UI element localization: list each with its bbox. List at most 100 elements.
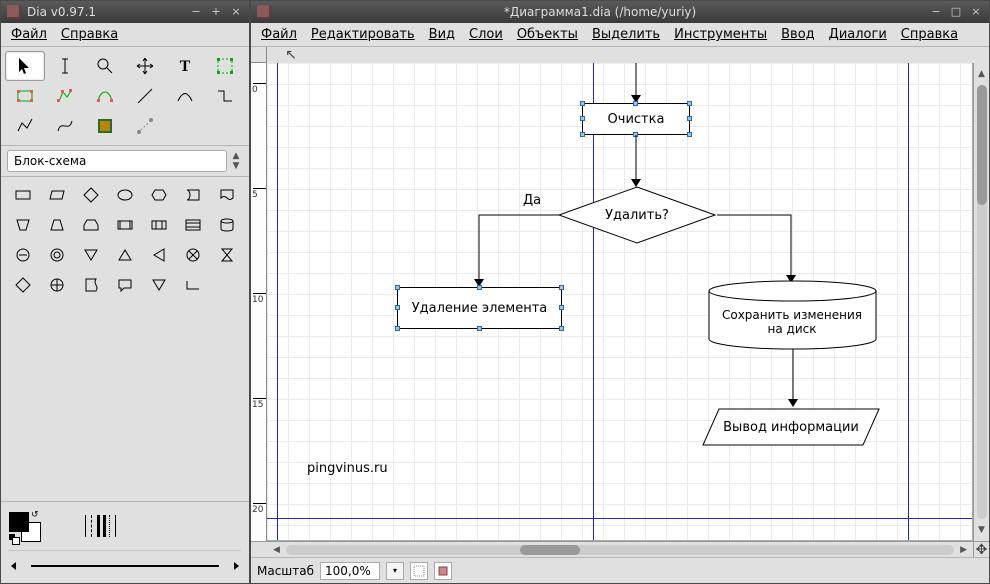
sheet-spinner[interactable]: ▲▼: [229, 151, 243, 171]
shape-notch[interactable]: [177, 181, 209, 209]
diagram-node-decision[interactable]: Удалить?: [557, 185, 717, 245]
dia-icon: [7, 5, 21, 19]
line-style-selector[interactable]: [85, 513, 119, 539]
shape-hexagon[interactable]: [143, 181, 175, 209]
tool-move[interactable]: [125, 51, 165, 81]
shape-hex2[interactable]: [7, 271, 39, 299]
menu-layers[interactable]: Слои: [463, 25, 509, 44]
menu-view[interactable]: Вид: [423, 25, 461, 44]
shape-triangle-left[interactable]: [143, 241, 175, 269]
shape-triangle-down[interactable]: [75, 241, 107, 269]
diagram-node-save[interactable]: Сохранить измененияна диск: [705, 279, 880, 351]
snap-toggle-button[interactable]: [410, 562, 428, 580]
diagram-canvas[interactable]: Очистка Удалить? Да: [267, 63, 973, 541]
tool-grid: T: [1, 47, 249, 146]
close-icon[interactable]: ×: [969, 5, 983, 19]
fg-color-swatch[interactable]: [9, 512, 29, 532]
shape-double-rect[interactable]: [109, 211, 141, 239]
shape-pentagon[interactable]: [75, 211, 107, 239]
shape-trap-down[interactable]: [7, 211, 39, 239]
line-preview: [9, 550, 241, 573]
tool-pointer[interactable]: [5, 51, 45, 81]
tool-poly-edit[interactable]: [45, 81, 85, 111]
diagram-node-clear[interactable]: Очистка: [582, 103, 690, 135]
horizontal-scrollbar[interactable]: ◀ ▶: [267, 541, 973, 557]
shape-process[interactable]: [7, 181, 39, 209]
main-menubar: Файл Редактировать Вид Слои Объекты Выде…: [251, 23, 989, 47]
tool-rect-select[interactable]: [205, 51, 245, 81]
shape-circle[interactable]: [109, 181, 141, 209]
menu-help[interactable]: Справка: [55, 25, 124, 44]
close-icon[interactable]: ×: [229, 5, 243, 19]
arrow-end-icon[interactable]: [227, 559, 241, 573]
object-snap-button[interactable]: [434, 562, 452, 580]
tool-bezier-edit[interactable]: [85, 81, 125, 111]
dia-icon: [257, 5, 271, 19]
tool-polyline[interactable]: [5, 111, 45, 141]
menu-select[interactable]: Выделить: [586, 25, 666, 44]
toolbox-title: Dia v0.97.1: [27, 5, 183, 19]
menu-objects[interactable]: Объекты: [511, 25, 584, 44]
shape-target[interactable]: [41, 271, 73, 299]
tool-text[interactable]: T: [165, 51, 205, 81]
tool-arc[interactable]: [165, 81, 205, 111]
diagram-node-output[interactable]: Вывод информации: [701, 407, 881, 447]
maximize-icon[interactable]: +: [209, 5, 223, 19]
shape-x-circle[interactable]: [177, 241, 209, 269]
shape-callout[interactable]: [109, 271, 141, 299]
reset-colors-icon[interactable]: [9, 534, 19, 544]
zoom-label: Масштаб: [257, 564, 314, 578]
shape-hourglass[interactable]: [211, 241, 243, 269]
arrow-start-icon[interactable]: [9, 559, 23, 573]
toolbox-titlebar[interactable]: Dia v0.97.1 − + ×: [1, 1, 249, 23]
tool-zoom[interactable]: [85, 51, 125, 81]
zoom-dropdown-icon[interactable]: ▾: [386, 562, 404, 580]
toolbox-window: Dia v0.97.1 − + × Файл Справка T ▲▼: [0, 0, 250, 584]
menu-edit[interactable]: Редактировать: [305, 25, 421, 44]
shape-document[interactable]: [211, 181, 243, 209]
shape-hex-circ[interactable]: [7, 241, 39, 269]
tool-dashed[interactable]: [125, 111, 165, 141]
zoom-input[interactable]: [320, 562, 380, 580]
toolbox-menubar: Файл Справка: [1, 23, 249, 47]
shape-parallelogram[interactable]: [41, 181, 73, 209]
shape-flag[interactable]: [75, 271, 107, 299]
line-weight-selector[interactable]: [31, 565, 219, 567]
shape-double-hline[interactable]: [177, 211, 209, 239]
swap-colors-icon[interactable]: ↺: [31, 510, 39, 520]
diagram-node-delete[interactable]: Удаление элемента: [397, 287, 562, 329]
shape-notch-circ[interactable]: [41, 241, 73, 269]
menu-file[interactable]: Файл: [5, 25, 53, 44]
nav-pan-icon[interactable]: ✥: [973, 541, 989, 557]
fg-bg-swatches[interactable]: ↺: [9, 512, 45, 540]
vertical-scrollbar[interactable]: ▲ ▼: [973, 63, 989, 541]
shape-double-vline[interactable]: [143, 211, 175, 239]
tool-image[interactable]: [85, 111, 125, 141]
menu-dialogs[interactable]: Диалоги: [823, 25, 893, 44]
nav-up-left-icon[interactable]: ↖: [283, 47, 299, 63]
svg-text:T: T: [180, 58, 191, 75]
sheet-combobox[interactable]: [7, 150, 227, 172]
tool-bezier[interactable]: [45, 111, 85, 141]
vertical-ruler[interactable]: 0 5 10 15 20: [251, 63, 267, 541]
minimize-icon[interactable]: −: [189, 5, 203, 19]
shape-diamond[interactable]: [75, 181, 107, 209]
shape-cylinder[interactable]: [211, 211, 243, 239]
tool-zigzag[interactable]: [205, 81, 245, 111]
main-titlebar[interactable]: *Диаграмма1.dia (/home/yuriy) − □ ×: [251, 1, 989, 23]
svg-text:Вывод информации: Вывод информации: [723, 420, 859, 435]
menu-input[interactable]: Ввод: [775, 25, 821, 44]
ruler-corner[interactable]: [251, 47, 267, 63]
tool-text-cursor[interactable]: [45, 51, 85, 81]
shape-triangle-up[interactable]: [109, 241, 141, 269]
menu-help[interactable]: Справка: [895, 25, 964, 44]
shape-triangle-down2[interactable]: [143, 271, 175, 299]
shape-trap-up[interactable]: [41, 211, 73, 239]
tool-line[interactable]: [125, 81, 165, 111]
shape-smallrect[interactable]: [177, 271, 209, 299]
menu-file[interactable]: Файл: [255, 25, 303, 44]
maximize-icon[interactable]: □: [949, 5, 963, 19]
tool-green-rect[interactable]: [5, 81, 45, 111]
menu-tools[interactable]: Инструменты: [668, 25, 773, 44]
minimize-icon[interactable]: −: [929, 5, 943, 19]
